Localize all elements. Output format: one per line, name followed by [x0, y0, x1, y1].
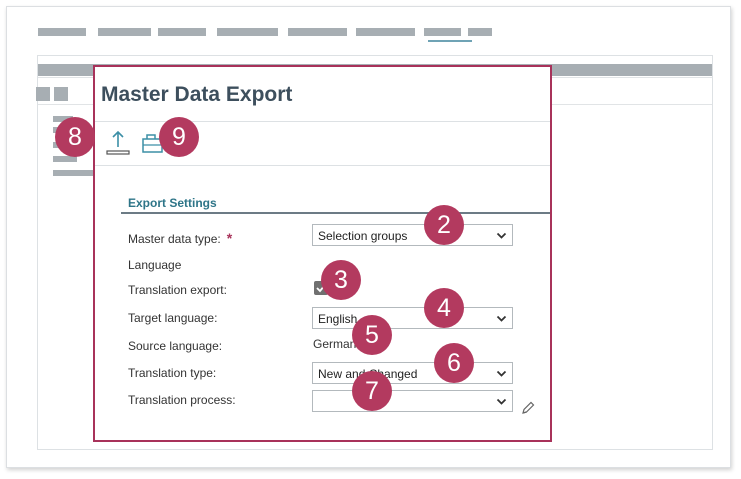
nav-tab-8[interactable]: [468, 28, 492, 36]
dialog-title: Master Data Export: [101, 83, 293, 106]
master-data-type-select[interactable]: Selection groups: [312, 224, 513, 246]
required-indicator: *: [226, 230, 233, 246]
nav-tab-6[interactable]: [356, 28, 415, 36]
chevron-down-icon: [496, 398, 507, 405]
title-divider: [95, 121, 550, 122]
master-data-export-dialog: Master Data Export Export Settings Maste…: [93, 65, 552, 442]
toolbar-divider: [95, 165, 550, 166]
background-placeholder-icon: [54, 87, 68, 101]
screenshot-frame: Master Data Export Export Settings Maste…: [6, 6, 731, 468]
chevron-down-icon: [496, 370, 507, 377]
callout-badge: 3: [321, 260, 361, 300]
upload-export-icon[interactable]: [106, 129, 130, 157]
chevron-down-icon: [496, 232, 507, 239]
translation-type-label: Translation type:: [128, 366, 217, 380]
chevron-down-icon: [496, 315, 507, 322]
translation-export-label: Translation export:: [128, 283, 227, 297]
source-language-label: Source language:: [128, 339, 223, 353]
active-tab-indicator: [428, 40, 472, 42]
background-list-item: [53, 170, 93, 176]
nav-tab-2[interactable]: [98, 28, 151, 36]
section-title-export-settings: Export Settings: [128, 196, 217, 210]
target-language-select[interactable]: English: [312, 307, 513, 329]
nav-tab-1[interactable]: [38, 28, 86, 36]
callout-badge: 2: [424, 205, 464, 245]
source-language-value: German: [313, 337, 357, 351]
callout-badge: 8: [55, 117, 95, 157]
language-heading: Language: [128, 258, 182, 272]
callout-badge: 9: [159, 117, 199, 157]
background-placeholder-icon: [36, 87, 50, 101]
translation-process-select[interactable]: [312, 390, 513, 412]
master-data-type-value: Selection groups: [318, 229, 408, 243]
callout-badge: 5: [352, 315, 392, 355]
callout-badge: 6: [434, 343, 474, 383]
nav-tab-4[interactable]: [217, 28, 278, 36]
master-data-type-label-text: Master data type:: [128, 232, 221, 246]
nav-tab-7[interactable]: [424, 28, 461, 36]
translation-type-select[interactable]: New and Changed: [312, 362, 513, 384]
nav-tab-3[interactable]: [158, 28, 206, 36]
target-language-value: English: [318, 312, 358, 326]
master-data-type-label: Master data type: *: [128, 230, 232, 246]
callout-badge: 4: [424, 288, 464, 328]
section-underline: [121, 212, 550, 214]
target-language-label: Target language:: [128, 311, 218, 325]
pencil-icon[interactable]: [520, 400, 536, 416]
translation-process-label: Translation process:: [128, 393, 236, 407]
nav-tab-5[interactable]: [288, 28, 347, 36]
callout-badge: 7: [352, 371, 392, 411]
